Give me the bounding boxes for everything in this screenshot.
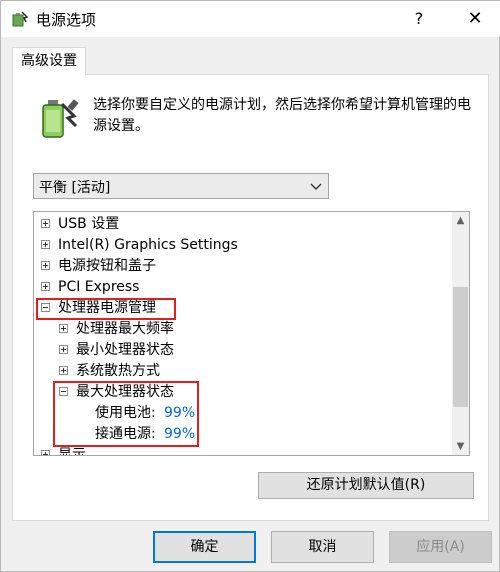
expand-plus-icon[interactable] — [41, 240, 50, 249]
tree-item-label: 显示 — [58, 447, 86, 456]
scroll-down-icon[interactable]: ▼ — [452, 438, 469, 455]
cancel-button[interactable]: 取消 — [271, 531, 374, 563]
tab-advanced-settings[interactable]: 高级设置 — [12, 47, 86, 76]
highlight-box-max-processor-state — [53, 381, 199, 447]
expand-plus-icon[interactable] — [59, 366, 68, 375]
tree-scrollbar[interactable]: ▲ ▼ — [452, 212, 469, 455]
intro-text: 选择你要自定义的电源计划，然后选择你希望计算机管理的电源设置。 — [93, 97, 471, 134]
expand-plus-icon[interactable] — [59, 324, 68, 333]
close-button[interactable]: ✕ — [455, 1, 495, 37]
power-plan-value: 平衡 [活动] — [39, 180, 111, 196]
battery-plug-icon — [42, 99, 79, 138]
restore-defaults-button[interactable]: 还原计划默认值(R) — [258, 472, 474, 499]
tree-item-label: 系统散热方式 — [76, 363, 160, 379]
ok-button[interactable]: 确定 — [153, 531, 256, 563]
scrollbar-thumb[interactable] — [453, 287, 468, 407]
tree-item-label: Intel(R) Graphics Settings — [58, 237, 238, 253]
tree-item-label: PCI Express — [58, 279, 140, 295]
apply-button[interactable]: 应用(A) — [389, 531, 492, 563]
expand-plus-icon[interactable] — [41, 282, 50, 291]
tree-item-label: 电源按钮和盖子 — [58, 258, 156, 274]
expand-plus-icon[interactable] — [41, 450, 50, 455]
expand-plus-icon[interactable] — [41, 219, 50, 228]
scroll-up-icon[interactable]: ▲ — [452, 212, 469, 229]
highlight-box-processor-power — [36, 298, 176, 320]
tree-item-label: 最小处理器状态 — [76, 342, 174, 358]
tree-item-label: USB 设置 — [58, 216, 120, 232]
chevron-down-icon — [310, 183, 322, 190]
tree-item-label: 处理器最大频率 — [76, 321, 174, 337]
settings-tree[interactable]: USB 设置 Intel(R) Graphics Settings 电源按钮和盖… — [33, 211, 470, 456]
expand-plus-icon[interactable] — [41, 261, 50, 270]
power-options-icon — [12, 11, 29, 27]
advanced-settings-panel: 选择你要自定义的电源计划，然后选择你希望计算机管理的电源设置。 平衡 [活动] … — [12, 74, 489, 521]
power-options-dialog: 电源选项 ? ✕ 高级设置 选择你要自定义的电源计划，然后选择你希望计算机管理的… — [0, 0, 500, 572]
power-plan-select[interactable]: 平衡 [活动] — [33, 173, 329, 199]
window-title: 电源选项 — [36, 11, 97, 29]
expand-plus-icon[interactable] — [59, 345, 68, 354]
title-bar: 电源选项 ? ✕ — [1, 1, 500, 37]
help-button[interactable]: ? — [401, 1, 437, 37]
